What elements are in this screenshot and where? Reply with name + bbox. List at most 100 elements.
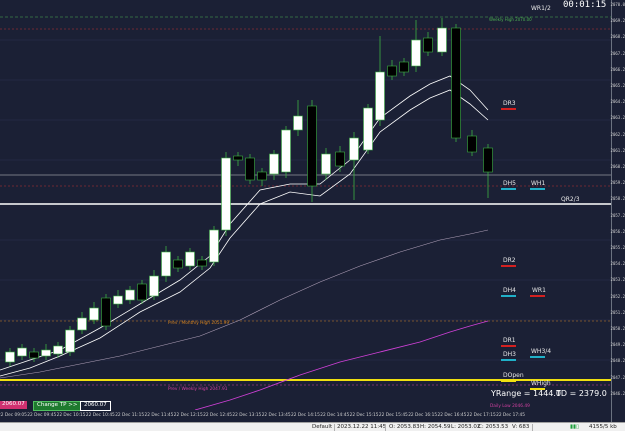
level-whigh-label: WHigh xyxy=(531,380,551,387)
prev-weekly-high-label: Prev / Weekly High 2047.91 xyxy=(168,387,228,392)
candle-body xyxy=(5,351,15,363)
level-dr2-label: DR2 xyxy=(503,257,516,264)
price-tick: 2064.2 xyxy=(610,99,625,105)
candle-body xyxy=(451,27,461,139)
price-tick: 2058.2 xyxy=(610,196,625,202)
candle-body xyxy=(375,71,385,121)
candle-body xyxy=(65,329,75,353)
prev-monthly-high-label: Prev / Monthly High 2051.99 xyxy=(168,321,230,326)
time-tick: 22 Dec 11:15 xyxy=(115,413,145,418)
time-tick: 22 Dec 17:15 xyxy=(466,413,496,418)
candle-body xyxy=(423,37,433,53)
status-volume: V: 683 xyxy=(512,424,530,430)
level-wh34-label: WH3/4 xyxy=(531,348,552,355)
level-dopen-label: DOpen xyxy=(503,372,524,379)
candle-body xyxy=(137,283,147,301)
candle-body xyxy=(307,105,317,187)
candle-body xyxy=(467,135,477,153)
candle-body xyxy=(197,259,207,267)
time-tick: 22 Dec 14:15 xyxy=(291,413,320,418)
price-tick: 2054.2 xyxy=(610,261,625,267)
price-tick: 2047.2 xyxy=(610,374,625,380)
status-low: L: 2053.02 xyxy=(451,424,481,430)
candle-body xyxy=(335,151,345,167)
candle-body xyxy=(101,297,111,327)
candle-body xyxy=(281,129,291,173)
level-dopen-marker xyxy=(501,380,516,382)
price-tick: 2046.2 xyxy=(610,390,625,396)
status-open: O: 2053.83 xyxy=(389,424,420,430)
level-dh4-label: DH4 xyxy=(503,287,516,294)
candle-body xyxy=(387,65,397,77)
time-tick: 22 Dec 09:05 xyxy=(0,413,27,418)
price-tick: 2049.2 xyxy=(610,342,625,348)
time-tick: 22 Dec 14:45 xyxy=(320,413,350,418)
weekly-high-label: Weekly High 2070.00 xyxy=(489,17,532,22)
price-tick: 2069.2 xyxy=(610,18,625,24)
price-tick: 2055.2 xyxy=(610,245,625,250)
candle-body xyxy=(209,229,219,263)
connection-icon: ▮▮▯ xyxy=(570,424,580,430)
status-bar: Default 2023.12.22 11:45 O: 2053.83 H: 2… xyxy=(0,422,625,431)
candle-body xyxy=(17,347,27,357)
status-traffic: 4155/5 kb xyxy=(589,424,617,430)
candle-body xyxy=(411,39,421,67)
time-axis[interactable]: 22 Dec 09:05 22 Dec 09:45 22 Dec 10:15 22 D… xyxy=(0,410,611,422)
level-wh1-marker xyxy=(530,188,545,190)
candle-body xyxy=(245,157,255,181)
time-tick: 22 Dec 13:15 xyxy=(232,413,262,418)
candle-body xyxy=(269,153,279,175)
level-dr2-marker xyxy=(501,265,516,267)
price-tick: 2061.2 xyxy=(610,147,625,153)
time-tick: 22 Dec 16:45 xyxy=(437,413,467,418)
price-tick: 2060.2 xyxy=(610,164,625,169)
price-axis[interactable]: 2070.0 2069.2 2068.2 2067.2 2066.2 2065.2 2064… xyxy=(611,0,625,422)
level-dh3-marker xyxy=(501,359,516,361)
candle-timer: 00:01:15 xyxy=(563,0,607,10)
candle-body xyxy=(437,27,447,53)
yrange-readout: YRange = 1444.0 xyxy=(491,389,562,398)
candle-body xyxy=(363,107,373,151)
status-close: C: 2053.53 xyxy=(478,424,509,430)
candle-body xyxy=(29,351,39,359)
time-tick: 22 Dec 13:45 xyxy=(261,413,291,418)
level-wr1-marker xyxy=(530,295,545,297)
time-tick: 22 Dec 12:45 xyxy=(203,413,232,418)
level-dr1-label: DR1 xyxy=(503,337,516,344)
candle-body xyxy=(483,147,493,173)
candle-body xyxy=(257,171,267,181)
candle-body xyxy=(113,295,123,305)
level-wr12-label: WR1/2 xyxy=(531,5,551,12)
price-tick: 2056.2 xyxy=(610,228,625,234)
time-tick: 22 Dec 11:45 xyxy=(144,413,174,418)
candle-body xyxy=(173,259,183,269)
time-tick: 22 Dec 16:15 xyxy=(408,413,438,418)
price-tick: 2067.2 xyxy=(610,50,625,56)
candle-body xyxy=(399,61,409,73)
time-tick: 22 Dec 10:45 xyxy=(85,413,115,418)
price-tick: 2053.2 xyxy=(610,277,625,283)
level-dh4-marker xyxy=(501,295,516,297)
level-dr1-marker xyxy=(501,345,516,347)
price-tick: 2050.2 xyxy=(610,326,625,331)
candle-body xyxy=(77,317,87,331)
candle-body xyxy=(221,157,231,231)
candle-body xyxy=(321,153,331,175)
level-dr3-label: DR3 xyxy=(503,100,516,107)
status-profile: Default xyxy=(312,424,333,430)
candle-body xyxy=(349,137,359,161)
level-wh34-marker xyxy=(530,356,545,358)
ma-long-line xyxy=(194,320,489,410)
price-tick: 2048.2 xyxy=(610,358,625,364)
status-datetime: 2023.12.22 11:45 xyxy=(337,424,387,430)
candle-body xyxy=(149,275,159,297)
chart-window[interactable]: 00:01:15 Weekly High 2070.00 WR1/2 DR3 D… xyxy=(0,0,625,431)
price-tag-left: 2060.07 xyxy=(0,401,27,409)
price-chart[interactable] xyxy=(0,0,611,410)
level-wh1-label: WH1 xyxy=(531,180,546,187)
sma-slow-line xyxy=(0,229,489,379)
time-tick: 22 Dec 17:45 xyxy=(496,413,525,418)
level-dh3-label: DH3 xyxy=(503,351,516,358)
candle-body xyxy=(89,307,99,321)
candle-body xyxy=(185,251,195,267)
